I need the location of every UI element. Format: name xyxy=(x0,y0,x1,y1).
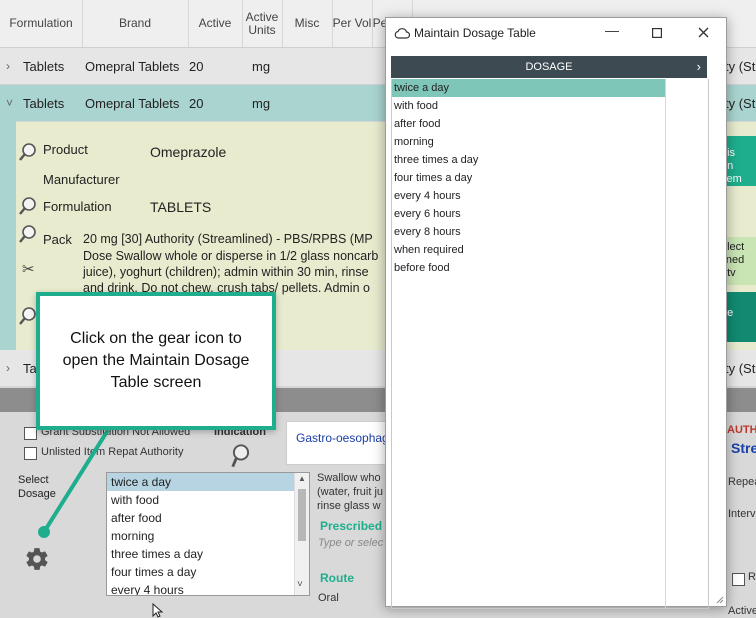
instructions-text: Swallow who (water, fruit ju rinse glass… xyxy=(317,472,384,512)
scroll-up-icon[interactable]: ▲ xyxy=(298,474,306,483)
list-item[interactable]: when required xyxy=(392,241,665,259)
col-formulation[interactable]: Formulation xyxy=(0,0,83,47)
col-active-units[interactable]: Active Units xyxy=(242,0,283,47)
col-active[interactable]: Active xyxy=(188,0,243,47)
dosage-list-scrollbar[interactable]: ▲ ˅ xyxy=(294,473,309,595)
resize-grip-icon[interactable] xyxy=(716,596,724,604)
pack-line-2: Dose Swallow whole or disperse in 1/2 gl… xyxy=(83,249,379,263)
route-value: Oral xyxy=(318,592,339,604)
minimize-icon[interactable]: — xyxy=(605,22,619,38)
row-right-text: ty (St xyxy=(725,58,756,74)
repeats-label: Repea xyxy=(728,476,756,488)
zoom-icon[interactable] xyxy=(18,306,38,326)
active-label: Active xyxy=(728,605,756,617)
list-item[interactable]: before food xyxy=(392,259,665,277)
chevron-right-icon[interactable]: › xyxy=(6,59,10,73)
window-title: Maintain Dosage Table xyxy=(414,26,536,40)
callout-pointer xyxy=(38,428,112,538)
indication-value: Gastro-oesophag xyxy=(296,431,389,445)
zoom-icon[interactable] xyxy=(229,443,253,469)
list-item[interactable]: four times a day xyxy=(107,563,309,581)
maintain-dosage-table-window: Maintain Dosage Table — DOSAGE › twice a… xyxy=(385,17,727,609)
list-item[interactable]: three times a day xyxy=(107,545,309,563)
prescribed-label: Prescribed xyxy=(320,519,383,533)
route-label: Route xyxy=(320,571,354,585)
list-item[interactable]: with food xyxy=(392,97,665,115)
row-right-text: ty (St xyxy=(725,95,756,111)
list-item[interactable]: twice a day xyxy=(107,473,309,491)
list-item[interactable]: every 6 hours xyxy=(392,205,665,223)
scroll-thumb[interactable] xyxy=(298,489,306,541)
window-titlebar[interactable]: Maintain Dosage Table — xyxy=(386,18,726,48)
column-divider xyxy=(665,79,666,608)
pack-line-3: juice), yoghurt (children); admin within… xyxy=(83,265,369,279)
col-misc[interactable]: Misc xyxy=(282,0,333,47)
row-formulation: Tablets xyxy=(23,95,65,111)
product-value: Omeprazole xyxy=(150,144,227,160)
dosage-table-list[interactable]: twice a day with food after food morning… xyxy=(391,79,709,609)
authority-label: AUTH xyxy=(727,424,756,436)
chevron-right-icon[interactable]: › xyxy=(6,361,10,375)
cloud-icon xyxy=(394,28,410,39)
gear-icon[interactable] xyxy=(24,546,50,572)
list-item[interactable]: after food xyxy=(392,115,665,133)
scroll-down-icon[interactable]: ˅ xyxy=(297,579,303,590)
row-formulation: Ta xyxy=(23,360,37,376)
row-active: 20 xyxy=(189,58,204,74)
col-per-vol[interactable]: Per Vol xyxy=(332,0,373,47)
callout-text: Click on the gear icon to open the Maint… xyxy=(62,330,250,391)
maximize-icon[interactable] xyxy=(652,28,662,38)
scissors-icon[interactable]: ✂ xyxy=(22,260,35,278)
zoom-icon[interactable] xyxy=(18,142,38,162)
r-checkbox[interactable] xyxy=(732,573,745,586)
list-item[interactable]: twice a day xyxy=(392,79,665,97)
instruction-callout: Click on the gear icon to open the Maint… xyxy=(36,292,276,430)
row-brand: Omepral Tablets xyxy=(85,58,180,74)
product-label: Product xyxy=(43,142,88,157)
pack-line-1: 20 mg [30] Authority (Streamlined) - PBS… xyxy=(83,232,373,246)
list-item[interactable]: morning xyxy=(392,133,665,151)
dosage-header-label: DOSAGE xyxy=(525,61,573,73)
unlisted-item-checkbox[interactable] xyxy=(24,447,37,460)
chevron-right-icon[interactable]: › xyxy=(697,56,701,78)
mouse-cursor-icon xyxy=(152,603,164,618)
row-units: mg xyxy=(252,58,271,74)
row-units: mg xyxy=(252,95,271,111)
r-label: R xyxy=(748,571,756,583)
list-item[interactable]: morning xyxy=(107,527,309,545)
zoom-icon[interactable] xyxy=(18,224,38,244)
row-right-text: ty (St xyxy=(725,360,756,376)
authority-value: Stre xyxy=(731,440,756,456)
indication-field[interactable]: Gastro-oesophag xyxy=(286,421,389,465)
list-item[interactable]: after food xyxy=(107,509,309,527)
prescribed-input[interactable]: Type or selec xyxy=(318,537,383,549)
row-brand: Omepral Tablets xyxy=(85,95,180,111)
list-item[interactable]: every 4 hours xyxy=(107,581,309,595)
manufacturer-label: Manufacturer xyxy=(43,172,120,187)
chevron-down-icon[interactable]: ˅ xyxy=(6,96,13,110)
list-item[interactable]: four times a day xyxy=(392,169,665,187)
dosage-list[interactable]: twice a day with food after food morning… xyxy=(106,472,310,596)
list-item[interactable]: every 8 hours xyxy=(392,223,665,241)
list-item[interactable]: with food xyxy=(107,491,309,509)
dosage-column-header[interactable]: DOSAGE › xyxy=(391,56,707,78)
close-icon[interactable] xyxy=(698,27,709,38)
row-formulation: Tablets xyxy=(23,58,65,74)
formulation-value: TABLETS xyxy=(150,199,212,215)
interval-label: Interv xyxy=(728,508,756,520)
pack-label: Pack xyxy=(43,232,72,247)
col-brand[interactable]: Brand xyxy=(82,0,189,47)
list-item[interactable]: three times a day xyxy=(392,151,665,169)
zoom-icon[interactable] xyxy=(18,196,38,216)
formulation-label: Formulation xyxy=(43,199,112,214)
row-indent xyxy=(0,121,16,350)
row-active: 20 xyxy=(189,95,204,111)
list-item[interactable]: every 4 hours xyxy=(392,187,665,205)
